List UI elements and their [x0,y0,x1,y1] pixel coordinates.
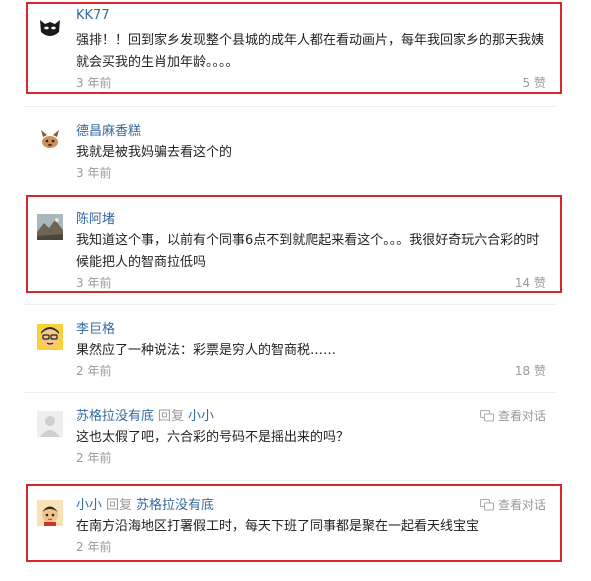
highlight-frame [26,484,562,562]
comment-item: 苏格拉没有底 回复 小小 查看对话 这也太假了吧，六合彩的号码不是摇出来的吗？ 2 … [24,397,556,469]
highlight-frame [26,195,562,293]
cartoon-face-avatar-icon[interactable] [37,324,63,350]
comment-author[interactable]: 李巨格 [76,318,115,337]
comment-item: 李巨格 果然应了一种说法：彩票是穷人的智商税…… 2 年前 18 赞 [24,310,556,382]
comment-author[interactable]: 苏格拉没有底 [76,409,154,424]
default-avatar-icon[interactable] [37,411,63,437]
comment-text: 我就是被我妈骗去看这个的 [76,145,233,160]
comment-time: 2 年前 [76,451,112,465]
divider [24,480,556,481]
comment-item: 德昌麻香糕 我就是被我妈骗去看这个的 3 年前 [24,112,556,184]
comment-feed: KK77 强排！！回到家乡发现整个县城的成年人都在看动画片，每年我回家乡的那天我… [0,0,591,581]
view-conversation-label: 查看对话 [497,409,546,423]
comment-text: 这也太假了吧，六合彩的号码不是摇出来的吗？ [76,430,350,445]
cartoon-dog-avatar-icon[interactable] [37,126,63,152]
reply-target-user[interactable]: 小小 [188,409,214,424]
comment-text: 果然应了一种说法：彩票是穷人的智商税…… [76,343,337,358]
like-count[interactable]: 18 赞 [515,362,546,379]
comment-author-line: 苏格拉没有底 回复 小小 [76,405,214,424]
divider [24,304,556,305]
highlight-frame [26,2,562,94]
divider [24,106,556,107]
view-conversation-link[interactable]: 查看对话 [479,407,546,424]
comment-author[interactable]: 德昌麻香糕 [76,120,141,139]
divider [24,392,556,393]
reply-label: 回复 [158,409,185,424]
conversation-icon [479,409,494,421]
comment-time: 2 年前 [76,364,112,378]
comment-time: 3 年前 [76,166,112,180]
